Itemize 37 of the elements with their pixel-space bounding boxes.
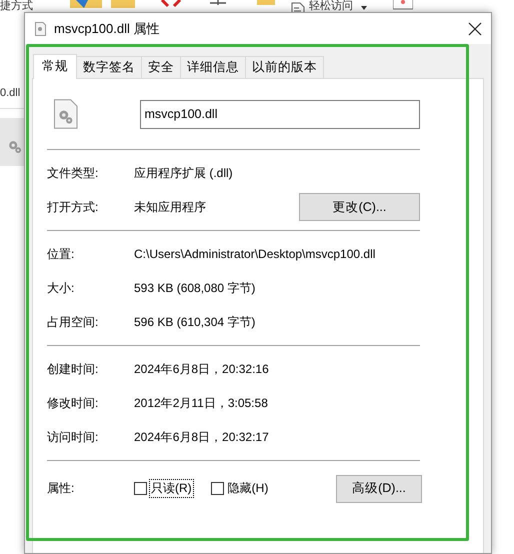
change-button[interactable]: 更改(C)... [299, 193, 420, 221]
field-value: 593 KB (608,080 字节) [134, 280, 256, 296]
checkbox[interactable] [134, 482, 147, 495]
tab[interactable]: 以前的版本 [245, 56, 324, 78]
field-value: 未知应用程序 [134, 198, 207, 216]
checkbox[interactable] [210, 482, 224, 495]
field-label: 访问时间: [47, 428, 100, 446]
field-label: 打开方式: [47, 198, 100, 216]
field-label: 属性: [47, 480, 76, 497]
field-value: C:\Users\Administrator\Desktop\msvcp100.dll [134, 247, 376, 261]
field-value: 2012年2月11日，3:05:58 [134, 394, 269, 412]
field-value: 应用程序扩展 (.dll) [134, 164, 234, 182]
delete-icon[interactable] [160, 0, 182, 8]
toolbar-label[interactable]: 轻松访问 [309, 0, 353, 12]
field-label: 创建时间: [47, 360, 100, 378]
name-field[interactable]: msvcp100.dll [140, 100, 420, 128]
file-icon [35, 22, 46, 36]
gear-icon [6, 138, 24, 156]
field-label: 文件类型: [47, 164, 100, 182]
field-value: 596 KB (610,304 字节) [134, 314, 256, 330]
field-value: 2024年6月8日，20:32:16 [134, 360, 270, 378]
field-label: 位置: [47, 246, 76, 262]
file-tile[interactable] [0, 118, 25, 166]
field-label: 修改时间: [47, 394, 100, 412]
checkbox-label[interactable]: 只读(R) [149, 479, 194, 498]
field-value: 2024年6月8日，20:32:17 [134, 428, 270, 446]
caret-icon[interactable] [361, 6, 367, 10]
toolbar-label[interactable]: 捷方式 [0, 0, 33, 12]
advanced-button[interactable]: 高级(D)... [336, 474, 422, 502]
field-label: 大小: [47, 280, 76, 296]
file-name[interactable]: 0.dll [0, 87, 20, 99]
field-label: 占用空间: [47, 314, 100, 330]
window-title: msvcp100.dll 属性 [54, 20, 160, 38]
checkbox-label[interactable]: 隐藏(H) [226, 479, 270, 498]
file-gear-icon [54, 99, 78, 129]
tab[interactable]: 常规 [33, 54, 77, 79]
close-icon[interactable] [468, 22, 482, 36]
